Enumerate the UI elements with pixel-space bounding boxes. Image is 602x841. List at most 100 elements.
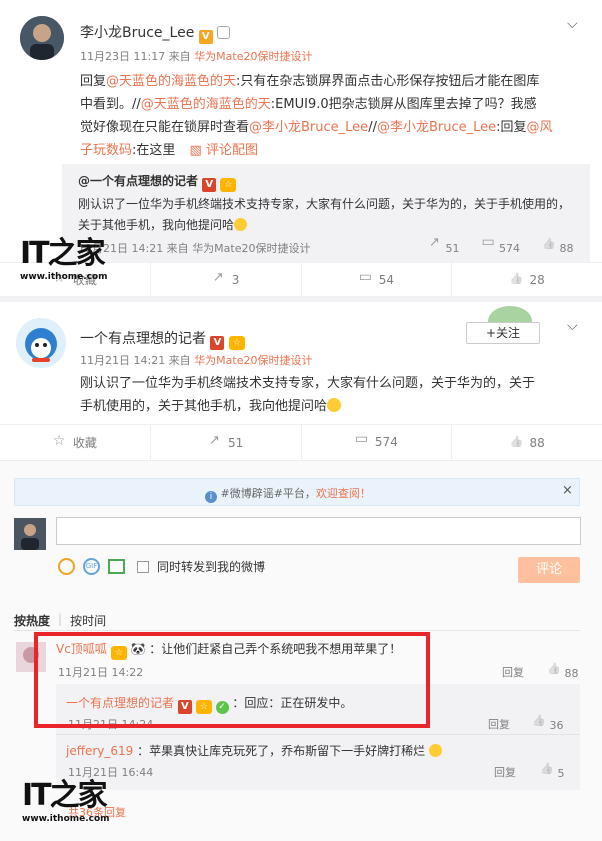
like-icon (509, 273, 523, 287)
image-icon[interactable] (108, 559, 125, 574)
like-count: 88 (559, 242, 574, 255)
share-icon (212, 270, 226, 287)
avatar[interactable] (16, 318, 66, 368)
sweat-emoji-icon (428, 744, 442, 757)
username-text[interactable]: 李小龙Bruce_Lee (80, 25, 194, 41)
notice-link[interactable]: 欢迎查阅！ (316, 487, 371, 500)
body-text: // (368, 120, 377, 135)
star-icon (53, 433, 67, 450)
comment-button[interactable]: 574 (301, 425, 453, 460)
like-count: 88 (529, 435, 545, 450)
gif-icon[interactable]: GIF (83, 558, 100, 575)
fav-button[interactable]: 收藏 (0, 425, 151, 460)
like-button[interactable]: 28 (452, 263, 602, 296)
mention-link[interactable]: @风 (527, 120, 553, 135)
avatar-portrait-icon (20, 16, 64, 60)
sort-tabs: 按热度 | 按时间 (14, 612, 106, 629)
share-button[interactable]: 3 (151, 263, 302, 296)
post-source[interactable]: 华为Mate20保时捷设计 (194, 50, 312, 63)
verified-badge-icon: V (210, 336, 225, 350)
quoted-author-name[interactable]: @一个有点理想的记者 (78, 174, 198, 188)
image-link[interactable]: 评论配图 (206, 143, 258, 158)
username-text[interactable]: 一个有点理想的记者 (80, 331, 206, 347)
notice-bar: i #微博辟谣#平台，欢迎查阅！ × (14, 478, 580, 506)
username[interactable]: 一个有点理想的记者 V ☆ (80, 328, 245, 350)
username[interactable]: 李小龙Bruce_Lee V (80, 22, 231, 44)
body-text: 回复 (80, 74, 107, 89)
body-text: 刚认识了一位华为手机终端技术支持专家，大家有什么问题，关于华为的，关于 (80, 376, 536, 391)
like-icon (509, 436, 523, 450)
like-button[interactable]: 88 (547, 663, 579, 680)
chevron-down-icon[interactable]: ⌵ (567, 16, 578, 32)
verified-badge-icon: V (202, 178, 217, 192)
reply-button[interactable]: 回复 (488, 716, 510, 732)
comment-count: 54 (378, 272, 395, 287)
watermark-url: www.ithome.com (20, 272, 108, 282)
reply-user[interactable]: jeffery_619 (66, 744, 133, 758)
notice-prefix: #微博辟谣#平台， (220, 487, 316, 500)
grin-emoji-icon (234, 218, 248, 231)
quoted-post[interactable]: @一个有点理想的记者 V ☆ 刚认识了一位华为手机终端技术支持专家，大家有什么问… (62, 164, 590, 262)
forward-label: 同时转发到我的微博 (157, 560, 266, 574)
avatar[interactable] (20, 16, 64, 60)
like-count: 28 (529, 272, 545, 287)
quoted-share[interactable]: 51 (428, 235, 460, 255)
post-body: 刚认识了一位华为手机终端技术支持专家，大家有什么问题，关于华为的，关于 手机使用… (80, 372, 590, 418)
quoted-text: 刚认识了一位华为手机终端技术支持专家，大家有什么问题，关于华为的，关于手机使用的… (78, 194, 570, 236)
avatar-cartoon-icon (16, 318, 66, 368)
mention-link[interactable]: @天蓝色的海蓝色的天 (141, 97, 271, 112)
avatar (14, 518, 46, 550)
quoted-author[interactable]: @一个有点理想的记者 V ☆ (78, 172, 237, 192)
reply-button[interactable]: 回复 (494, 764, 516, 780)
share-icon (428, 235, 442, 252)
mention-link[interactable]: @李小龙Bruce_Lee (377, 120, 496, 135)
like-count: 88 (564, 667, 579, 680)
emoji-icon[interactable] (58, 558, 75, 575)
watermark-logo: IT之家 (22, 778, 108, 813)
follow-label: +关注 (485, 326, 521, 340)
like-icon (540, 763, 554, 777)
grin-emoji-icon (327, 398, 342, 412)
mention-link[interactable]: @天蓝色的海蓝色的天 (106, 74, 236, 89)
verified-badge-icon: V (198, 30, 213, 44)
quoted-meta: 11月21日 14:21 来自 华为Mate20保时捷设计 (78, 240, 311, 256)
like-button[interactable]: 36 (532, 715, 564, 732)
like-icon (542, 238, 556, 252)
level-badge-icon: ☆ (220, 178, 237, 192)
tab-divider: | (58, 612, 63, 626)
mention-link[interactable]: 子玩数码 (80, 143, 132, 158)
quoted-like[interactable]: 88 (542, 238, 574, 255)
share-icon (208, 433, 222, 450)
like-button[interactable]: 88 (452, 425, 602, 460)
body-text: :只有在杂志锁屏界面点击心形保存按钮后才能在图库 (236, 74, 540, 89)
info-icon: i (205, 491, 217, 503)
quoted-comment[interactable]: 574 (482, 234, 521, 255)
quoted-text-line: 刚认识了一位华为手机终端技术支持专家，大家有什么问题，关于华为的，关于手机使用的… (78, 197, 571, 211)
comment-input[interactable] (56, 517, 581, 545)
tab-hot[interactable]: 按热度 (14, 612, 50, 629)
mention-link[interactable]: @李小龙Bruce_Lee (249, 120, 368, 135)
divider (14, 630, 580, 631)
follow-button[interactable]: +关注 (466, 322, 540, 344)
tab-time[interactable]: 按时间 (70, 612, 106, 629)
chevron-down-icon[interactable]: ⌵ (567, 318, 578, 334)
watermark-logo: IT之家 (20, 236, 106, 271)
post-time[interactable]: 11月23日 11:17 来自 (80, 50, 191, 63)
comment-icon (359, 269, 373, 287)
comment-icon (355, 431, 369, 449)
forward-checkbox[interactable] (137, 560, 149, 573)
quoted-source[interactable]: 华为Mate20保时捷设计 (192, 242, 310, 255)
close-icon[interactable]: × (562, 483, 573, 498)
notice-text: i #微博辟谣#平台，欢迎查阅！ (205, 485, 371, 503)
post-meta: 11月21日 14:21 来自 华为Mate20保时捷设计 (80, 352, 313, 368)
share-count: 51 (445, 242, 460, 255)
divider (0, 296, 602, 302)
post-source[interactable]: 华为Mate20保时捷设计 (194, 354, 312, 367)
share-button[interactable]: 51 (151, 425, 302, 460)
like-count: 36 (549, 719, 564, 732)
reply-button[interactable]: 回复 (502, 664, 524, 680)
comment-button[interactable]: 54 (302, 263, 453, 296)
like-button[interactable]: 5 (540, 763, 565, 780)
post-time[interactable]: 11月21日 14:21 来自 (80, 354, 191, 367)
submit-comment-button[interactable]: 评论 (518, 557, 580, 583)
